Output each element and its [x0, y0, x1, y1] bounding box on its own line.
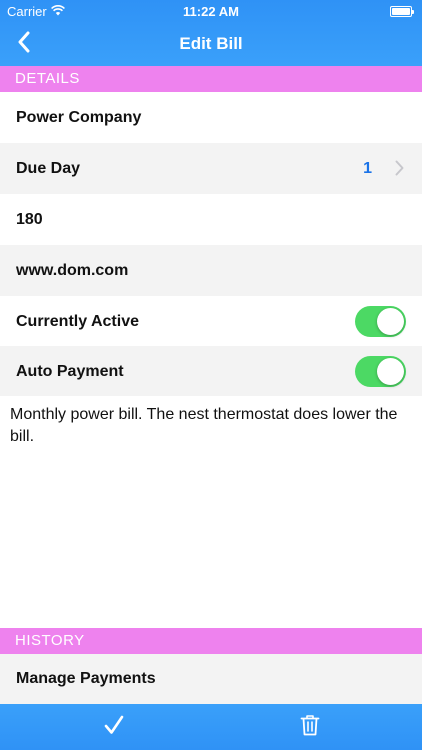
section-header-history: HISTORY	[0, 628, 422, 654]
due-day-label: Due Day	[16, 159, 81, 177]
amount-value: 180	[16, 210, 43, 228]
checkmark-icon	[103, 714, 125, 741]
battery-fill	[392, 8, 410, 15]
manage-payments-row[interactable]: Manage Payments	[0, 654, 422, 704]
website-field[interactable]: www.dom.com	[0, 245, 422, 296]
toggle-knob	[377, 358, 404, 385]
bill-name-field[interactable]: Power Company	[0, 92, 422, 143]
bill-name-value: Power Company	[16, 108, 142, 126]
due-day-row[interactable]: Due Day 1	[0, 143, 422, 194]
auto-payment-label: Auto Payment	[16, 362, 124, 380]
auto-payment-toggle[interactable]	[355, 356, 406, 387]
battery-icon	[390, 6, 414, 17]
delete-button[interactable]	[294, 711, 326, 743]
notes-textarea[interactable]: Monthly power bill. The nest thermostat …	[0, 396, 422, 628]
status-time: 11:22 AM	[183, 4, 239, 19]
due-day-value: 1	[363, 159, 372, 177]
save-button[interactable]	[98, 711, 130, 743]
website-value: www.dom.com	[16, 261, 129, 279]
section-header-details: DETAILS	[0, 66, 422, 92]
page-title: Edit Bill	[179, 34, 243, 53]
amount-field[interactable]: 180	[0, 194, 422, 245]
top-bar: Carrier 11:22 AM Edit Bill	[0, 0, 422, 66]
currently-active-toggle[interactable]	[355, 306, 406, 337]
auto-payment-row: Auto Payment	[0, 346, 422, 397]
chevron-right-icon	[395, 160, 404, 181]
toggle-knob	[377, 308, 404, 335]
manage-payments-label: Manage Payments	[16, 670, 156, 687]
currently-active-row: Currently Active	[0, 296, 422, 347]
bottom-toolbar	[0, 704, 422, 750]
status-bar: Carrier 11:22 AM	[0, 0, 422, 22]
trash-icon	[300, 714, 320, 741]
currently-active-label: Currently Active	[16, 312, 139, 330]
nav-bar: Edit Bill	[0, 22, 422, 66]
